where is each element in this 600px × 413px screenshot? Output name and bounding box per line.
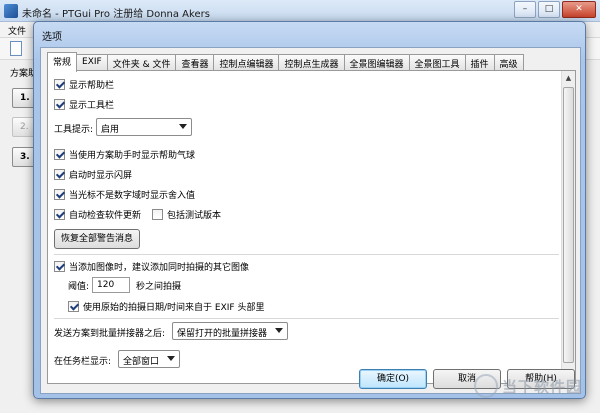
tooltips-label: 工具提示: (54, 124, 94, 135)
tab-panorama-tools[interactable]: 全景图工具 (409, 54, 466, 71)
show-splash-label: 启动时显示闪屏 (69, 170, 133, 181)
suggest-group-option[interactable]: 当添加图像时，建议添加同时拍摄的其它图像 (54, 259, 249, 273)
main-window-title: 未命名 - PTGui Pro 注册给 Donna Akers (22, 9, 210, 20)
tab-panorama-editor[interactable]: 全景图编辑器 (344, 54, 410, 71)
show-rounded-values-option[interactable]: 当光标不是数字域时显示舍入值 (54, 187, 195, 201)
taskbar-display-value: 全部窗口 (123, 357, 160, 367)
taskbar-display-label-row: 在任务栏显示: (54, 353, 111, 367)
show-help-bubbles-label: 当使用方案助手时显示帮助气球 (69, 150, 196, 161)
main-title-bar: 未命名 - PTGui Pro 注册给 Donna Akers – □ ✕ (0, 0, 600, 22)
chevron-down-icon (275, 328, 283, 333)
vertical-scrollbar[interactable]: ▲ ▼ (561, 71, 575, 383)
send-to-batch-label-row: 发送方案到批量拼接器之后: (54, 325, 165, 339)
taskbar-display-select[interactable]: 全部窗口 (118, 350, 180, 368)
tab-plugins[interactable]: 插件 (465, 54, 495, 71)
show-toolbar-label: 显示工具栏 (69, 100, 115, 111)
use-exif-date-option[interactable]: 使用原始的拍摄日期/时间来自于 EXIF 头部里 (68, 299, 264, 313)
close-icon[interactable]: ✕ (562, 1, 596, 18)
ok-button[interactable]: 确定(O) (359, 369, 427, 389)
restore-warnings-button[interactable]: 恢复全部警告消息 (54, 229, 140, 249)
watermark-logo-icon (473, 374, 498, 398)
tooltips-value: 启用 (101, 125, 120, 135)
tooltips-select[interactable]: 启用 (96, 118, 192, 136)
include-beta-checkbox[interactable] (152, 208, 163, 220)
tooltips-label-row: 工具提示: (54, 121, 93, 135)
watermark-text: 当下软件园 (501, 377, 582, 396)
show-help-bar-label: 显示帮助栏 (69, 80, 115, 91)
taskbar-display-label: 在任务栏显示: (54, 356, 112, 367)
scroll-thumb[interactable] (563, 87, 574, 363)
show-toolbar-option[interactable]: 显示工具栏 (54, 97, 114, 111)
new-document-icon[interactable] (10, 41, 22, 56)
divider (54, 318, 559, 319)
general-panel: ▲ ▼ 显示帮助栏 显示工具栏 工具提示: 启用 当使用方案助手时显 (47, 70, 576, 384)
maximize-icon[interactable]: □ (538, 1, 560, 18)
tab-exif[interactable]: EXIF (77, 54, 108, 71)
dialog-body: 常规 EXIF 文件夹 & 文件 查看器 控制点编辑器 控制点生成器 全景图编辑… (40, 47, 581, 394)
tab-control-point-editor[interactable]: 控制点编辑器 (214, 54, 280, 71)
threshold-unit-row: 秒之间拍摄 (136, 278, 181, 292)
chevron-down-icon (179, 124, 187, 129)
show-toolbar-checkbox[interactable] (54, 98, 65, 110)
auto-check-updates-option[interactable]: 自动检查软件更新 (54, 207, 141, 221)
threshold-unit: 秒之间拍摄 (136, 281, 182, 292)
divider (54, 254, 559, 255)
show-splash-option[interactable]: 启动时显示闪屏 (54, 167, 132, 181)
dialog-title: 选项 (42, 32, 62, 43)
show-help-bar-option[interactable]: 显示帮助栏 (54, 77, 114, 91)
use-exif-date-checkbox[interactable] (68, 300, 79, 312)
use-exif-date-label: 使用原始的拍摄日期/时间来自于 EXIF 头部里 (83, 302, 265, 313)
watermark: 当下软件园 (473, 374, 582, 398)
tab-advanced[interactable]: 高级 (494, 54, 524, 71)
show-help-bar-checkbox[interactable] (54, 78, 65, 90)
chevron-down-icon (167, 356, 175, 361)
send-to-batch-select[interactable]: 保留打开的批量拼接器 (172, 322, 288, 340)
minimize-icon[interactable]: – (514, 1, 536, 18)
scroll-up-icon[interactable]: ▲ (562, 71, 575, 85)
show-rounded-values-checkbox[interactable] (54, 188, 65, 200)
options-dialog: 选项 常规 EXIF 文件夹 & 文件 查看器 控制点编辑器 控制点生成器 全景… (33, 21, 586, 399)
suggest-group-checkbox[interactable] (54, 260, 65, 272)
suggest-group-label: 当添加图像时，建议添加同时拍摄的其它图像 (69, 262, 250, 273)
threshold-label-row: 阈值: (68, 278, 89, 292)
tab-control-point-generator[interactable]: 控制点生成器 (279, 54, 345, 71)
auto-check-updates-label: 自动检查软件更新 (69, 210, 142, 221)
show-rounded-values-label: 当光标不是数字域时显示舍入值 (69, 190, 196, 201)
show-help-bubbles-checkbox[interactable] (54, 148, 65, 160)
send-to-batch-value: 保留打开的批量拼接器 (177, 329, 268, 339)
include-beta-option[interactable]: 包括测试版本 (152, 207, 221, 221)
tab-folders-files[interactable]: 文件夹 & 文件 (107, 54, 177, 71)
tab-viewer[interactable]: 查看器 (176, 54, 215, 71)
show-help-bubbles-option[interactable]: 当使用方案助手时显示帮助气球 (54, 147, 195, 161)
threshold-label: 阈值: (68, 281, 90, 292)
options-tabs: 常规 EXIF 文件夹 & 文件 查看器 控制点编辑器 控制点生成器 全景图编辑… (47, 52, 524, 72)
menu-file[interactable]: 文件 (8, 24, 26, 37)
show-splash-checkbox[interactable] (54, 168, 65, 180)
auto-check-updates-checkbox[interactable] (54, 208, 65, 220)
ptgui-app-icon (4, 4, 18, 18)
tab-general[interactable]: 常规 (47, 52, 78, 72)
include-beta-label: 包括测试版本 (167, 210, 222, 221)
threshold-input[interactable]: 120 (92, 277, 130, 293)
send-to-batch-label: 发送方案到批量拼接器之后: (54, 328, 166, 339)
